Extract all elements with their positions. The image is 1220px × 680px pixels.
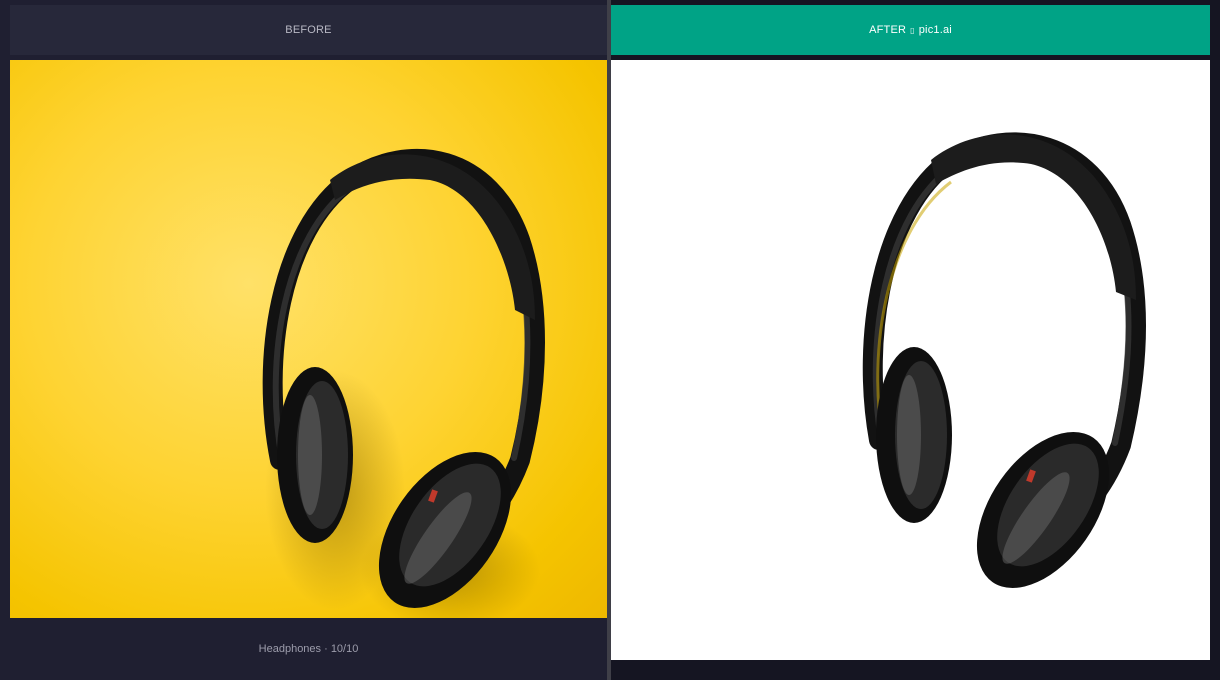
after-image	[611, 60, 1210, 660]
headphones-cutout	[862, 132, 1146, 589]
after-header: AFTER ▯ pic1.ai	[611, 5, 1210, 55]
separator-icon: ▯	[910, 25, 915, 35]
before-pane: BEFORE Headphones · 10/10	[0, 0, 610, 680]
before-label: BEFORE	[285, 24, 332, 36]
before-header: BEFORE	[10, 5, 607, 55]
after-label: AFTER	[869, 24, 907, 36]
caption-text: Headphones · 10/10	[258, 643, 359, 655]
headphones-photo	[262, 148, 545, 618]
brand-label: pic1.ai	[918, 24, 952, 36]
split-divider[interactable]	[607, 0, 611, 680]
image-caption: Headphones · 10/10	[10, 618, 607, 680]
before-image	[10, 60, 607, 618]
comparison-view: BEFORE Headphones · 10/10 AFTER ▯ pic1.a…	[0, 0, 1220, 680]
after-pane: AFTER ▯ pic1.ai	[610, 0, 1220, 680]
